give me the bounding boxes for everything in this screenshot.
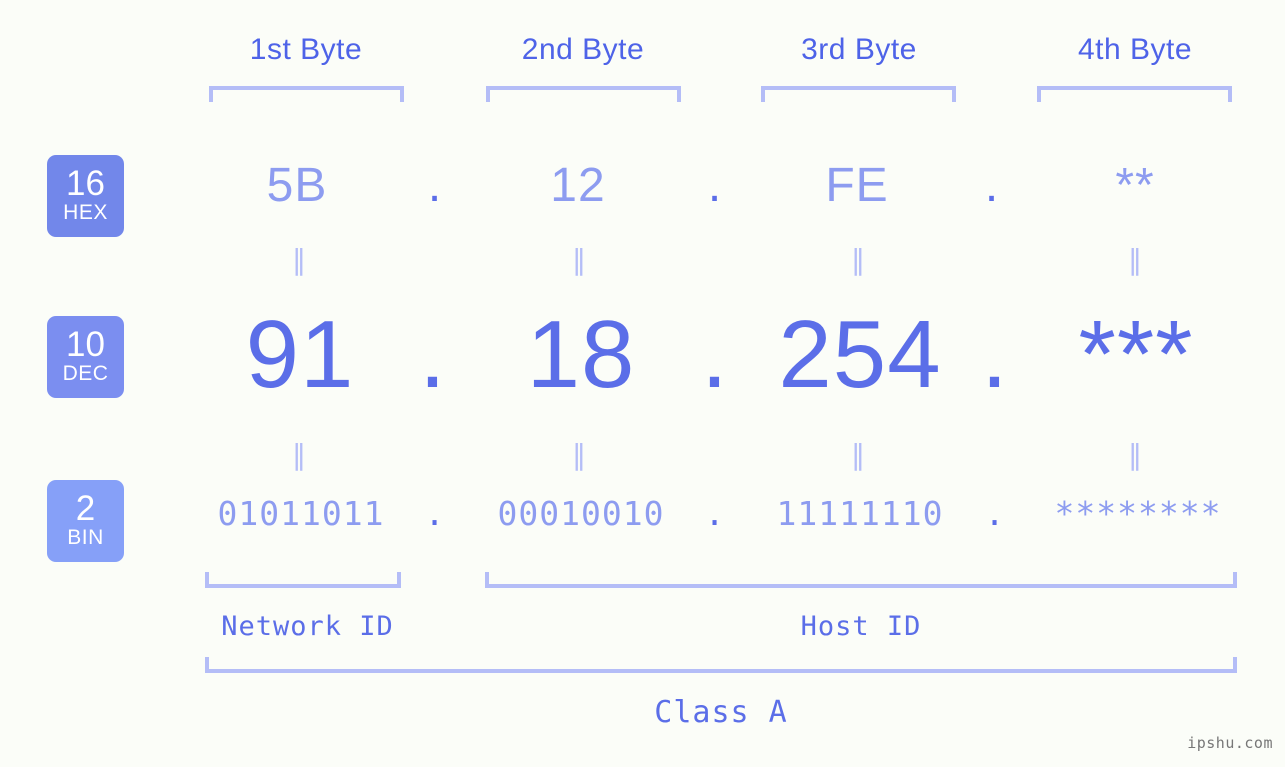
host-id-label: Host ID — [800, 611, 922, 642]
hex-byte-3: FE — [825, 159, 889, 212]
base-badge-hex-name: HEX — [63, 201, 108, 224]
host-id-bracket — [485, 572, 1237, 588]
ip-address-breakdown-diagram: 1st Byte 2nd Byte 3rd Byte 4th Byte 16 H… — [0, 0, 1285, 767]
bin-byte-3: 11111110 — [776, 494, 944, 533]
base-badge-bin: 2 BIN — [47, 480, 124, 562]
dec-separator-1: . — [419, 301, 447, 408]
byte-header-2: 2nd Byte — [521, 33, 645, 66]
watermark: ipshu.com — [1187, 734, 1273, 752]
bin-byte-2: 00010010 — [497, 494, 665, 533]
base-badge-dec-number: 10 — [66, 325, 105, 364]
bin-separator-1: . — [424, 494, 446, 533]
equals-connector-2-top: ‖ — [572, 243, 588, 276]
hex-separator-3: . — [984, 159, 1000, 212]
equals-connector-4-top: ‖ — [1128, 243, 1144, 276]
byte-bracket-2 — [486, 86, 681, 102]
hex-separator-2: . — [707, 159, 723, 212]
hex-byte-4: ** — [1115, 159, 1155, 212]
byte-header-4: 4th Byte — [1077, 33, 1193, 66]
network-id-bracket — [205, 572, 401, 588]
equals-connector-4-bottom: ‖ — [1128, 438, 1144, 471]
base-badge-dec: 10 DEC — [47, 316, 124, 398]
equals-connector-3-top: ‖ — [851, 243, 867, 276]
hex-byte-1: 5B — [266, 159, 328, 212]
bin-byte-4: ******** — [1054, 494, 1222, 533]
equals-connector-1-top: ‖ — [292, 243, 308, 276]
dec-byte-4: *** — [1078, 301, 1194, 408]
bin-separator-2: . — [704, 494, 726, 533]
dec-separator-3: . — [981, 301, 1009, 408]
base-badge-hex: 16 HEX — [47, 155, 124, 237]
base-badge-hex-number: 16 — [66, 164, 105, 203]
equals-connector-1-bottom: ‖ — [292, 438, 308, 471]
byte-bracket-3 — [761, 86, 956, 102]
bin-byte-1: 01011011 — [217, 494, 385, 533]
dec-byte-2: 18 — [526, 301, 636, 408]
hex-byte-2: 12 — [550, 159, 606, 212]
bin-separator-3: . — [984, 494, 1006, 533]
byte-bracket-1 — [209, 86, 404, 102]
dec-byte-3: 254 — [778, 301, 942, 408]
byte-header-3: 3rd Byte — [801, 33, 917, 66]
equals-connector-3-bottom: ‖ — [851, 438, 867, 471]
byte-bracket-4 — [1037, 86, 1232, 102]
hex-separator-1: . — [427, 159, 443, 212]
class-label: Class A — [654, 695, 788, 730]
class-bracket — [205, 657, 1237, 673]
base-badge-bin-number: 2 — [75, 489, 96, 528]
byte-header-1: 1st Byte — [249, 33, 363, 66]
network-id-label: Network ID — [221, 611, 394, 642]
base-badge-dec-name: DEC — [62, 362, 109, 385]
dec-byte-1: 91 — [245, 301, 355, 408]
base-badge-bin-name: BIN — [67, 526, 104, 549]
dec-separator-2: . — [701, 301, 729, 408]
equals-connector-2-bottom: ‖ — [572, 438, 588, 471]
